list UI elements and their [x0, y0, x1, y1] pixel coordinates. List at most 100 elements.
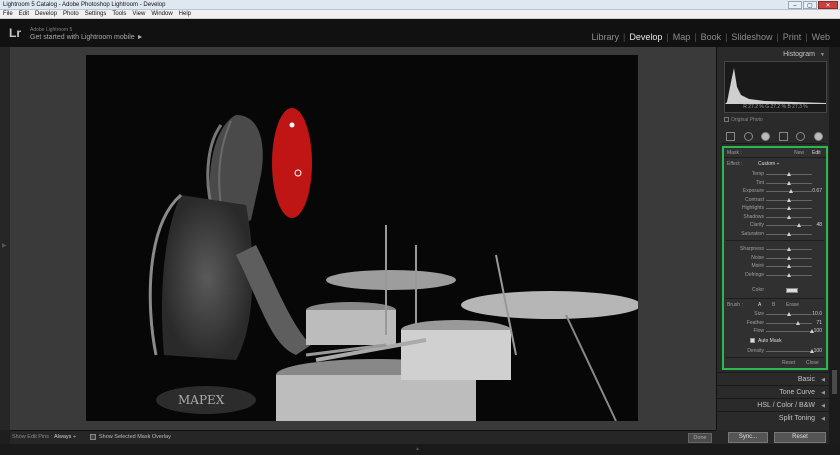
- slider-track[interactable]: [766, 247, 812, 251]
- slider-exposure[interactable]: Exposure 0.67: [724, 187, 826, 195]
- expand-triangle-icon[interactable]: ◀: [821, 390, 825, 396]
- slider-density[interactable]: Density 100: [724, 347, 826, 355]
- slider-knob[interactable]: [787, 272, 791, 277]
- sync-button[interactable]: Sync...: [728, 432, 768, 443]
- slider-track[interactable]: [766, 329, 814, 333]
- slider-track[interactable]: [766, 264, 812, 268]
- slider-track[interactable]: [766, 172, 812, 176]
- color-swatch[interactable]: [786, 288, 798, 293]
- slider-track[interactable]: [766, 231, 812, 236]
- slider-highlights[interactable]: Highlights: [724, 204, 826, 212]
- slider-knob[interactable]: [796, 320, 801, 325]
- slider-tint[interactable]: Tint: [724, 179, 826, 187]
- slider-shadows[interactable]: Shadows: [724, 213, 826, 221]
- radial-filter-tool-icon[interactable]: [796, 132, 806, 141]
- menu-file[interactable]: File: [0, 10, 16, 18]
- menu-view[interactable]: View: [129, 10, 148, 18]
- slider-size[interactable]: Size 10.0: [724, 310, 826, 318]
- photo-preview[interactable]: MAPEX: [86, 55, 638, 421]
- slider-track[interactable]: [766, 214, 812, 219]
- mask-new-button[interactable]: New: [794, 149, 804, 157]
- slider-contrast[interactable]: Contrast: [724, 196, 826, 204]
- slider-knob[interactable]: [787, 214, 791, 219]
- slider-track[interactable]: [766, 312, 812, 316]
- slider-knob[interactable]: [787, 206, 791, 210]
- close-button[interactable]: ✕: [818, 1, 838, 9]
- slider-knob[interactable]: [787, 255, 791, 260]
- module-develop[interactable]: Develop: [625, 32, 666, 42]
- expand-filmstrip-arrow-icon[interactable]: ▲: [415, 446, 420, 452]
- right-panel-scrollbar[interactable]: [829, 47, 840, 444]
- module-map[interactable]: Map: [669, 32, 695, 42]
- section-split-toning[interactable]: Split Toning ◀: [717, 411, 830, 424]
- slider-track[interactable]: [766, 272, 812, 277]
- adjustment-brush-tool-icon[interactable]: [813, 132, 823, 141]
- menu-tools[interactable]: Tools: [109, 10, 129, 18]
- slider-track[interactable]: [766, 189, 812, 193]
- slider-knob[interactable]: [787, 247, 791, 251]
- minimize-button[interactable]: –: [788, 1, 802, 9]
- slider-knob[interactable]: [797, 223, 802, 227]
- slider-knob[interactable]: [787, 172, 791, 176]
- original-photo-checkbox[interactable]: [724, 117, 729, 122]
- section-tone-curve[interactable]: Tone Curve ◀: [717, 385, 830, 398]
- slider-track[interactable]: [766, 255, 812, 260]
- slider-feather[interactable]: Feather 71: [724, 319, 826, 327]
- slider-moir[interactable]: Moiré: [724, 262, 826, 270]
- graduated-filter-tool-icon[interactable]: [778, 132, 788, 141]
- slider-saturation[interactable]: Saturation: [724, 230, 826, 238]
- brush-b-button[interactable]: B: [772, 301, 775, 309]
- slider-knob[interactable]: [789, 189, 794, 193]
- brush-close-button[interactable]: Close: [806, 359, 819, 367]
- slider-knob[interactable]: [787, 264, 791, 268]
- slider-track[interactable]: [766, 349, 814, 353]
- reset-button[interactable]: Reset: [774, 432, 826, 443]
- menu-photo[interactable]: Photo: [60, 10, 82, 18]
- section-hsl[interactable]: HSL / Color / B&W ◀: [717, 398, 830, 411]
- scrollbar-thumb[interactable]: [832, 370, 837, 394]
- slider-knob[interactable]: [787, 231, 791, 236]
- brush-a-button[interactable]: A: [758, 301, 761, 309]
- maximize-button[interactable]: ▢: [803, 1, 817, 9]
- red-eye-tool-icon[interactable]: [761, 132, 771, 141]
- expand-left-arrow-icon[interactable]: ▶: [2, 242, 7, 249]
- brush-reset-button[interactable]: Reset: [782, 359, 795, 367]
- spot-removal-tool-icon[interactable]: [743, 132, 753, 141]
- crop-tool-icon[interactable]: [726, 132, 736, 141]
- expand-triangle-icon[interactable]: ◀: [821, 377, 825, 383]
- module-book[interactable]: Book: [697, 32, 726, 42]
- auto-mask-checkbox[interactable]: [750, 338, 755, 343]
- show-edit-pins-select[interactable]: Always ÷: [54, 434, 76, 440]
- menu-edit[interactable]: Edit: [16, 10, 32, 18]
- menu-develop[interactable]: Develop: [32, 10, 60, 18]
- expand-triangle-icon[interactable]: ◀: [821, 416, 825, 422]
- slider-temp[interactable]: Temp: [724, 170, 826, 178]
- slider-knob[interactable]: [787, 312, 791, 316]
- slider-track[interactable]: [766, 206, 812, 210]
- slider-track[interactable]: [766, 320, 812, 325]
- module-web[interactable]: Web: [808, 32, 834, 42]
- menu-help[interactable]: Help: [176, 10, 194, 18]
- original-photo-toggle[interactable]: Original Photo: [724, 117, 763, 123]
- collapse-triangle-icon[interactable]: ▼: [820, 52, 825, 58]
- histogram-header[interactable]: Histogram ▼: [717, 49, 830, 61]
- slider-track[interactable]: [766, 223, 812, 227]
- module-library[interactable]: Library: [587, 32, 623, 42]
- mask-overlay-checkbox[interactable]: [90, 434, 96, 440]
- expand-triangle-icon[interactable]: ◀: [821, 403, 825, 409]
- left-panel-collapsed[interactable]: ▶: [0, 47, 10, 430]
- mask-edit-button[interactable]: Edit: [812, 149, 821, 157]
- effect-preset-select[interactable]: Custom ÷: [758, 160, 779, 168]
- module-print[interactable]: Print: [779, 32, 806, 42]
- slider-clarity[interactable]: Clarity 48: [724, 221, 826, 229]
- slider-track[interactable]: [766, 197, 812, 202]
- slider-knob[interactable]: [787, 197, 791, 202]
- slider-track[interactable]: [766, 180, 812, 185]
- slider-defringe[interactable]: Defringe: [724, 271, 826, 279]
- slider-sharpness[interactable]: Sharpness: [724, 245, 826, 253]
- brush-erase-button[interactable]: Erase: [786, 301, 799, 309]
- menu-window[interactable]: Window: [148, 10, 175, 18]
- slider-knob[interactable]: [787, 180, 791, 185]
- section-basic[interactable]: Basic ◀: [717, 372, 830, 385]
- done-button[interactable]: Done: [688, 433, 712, 443]
